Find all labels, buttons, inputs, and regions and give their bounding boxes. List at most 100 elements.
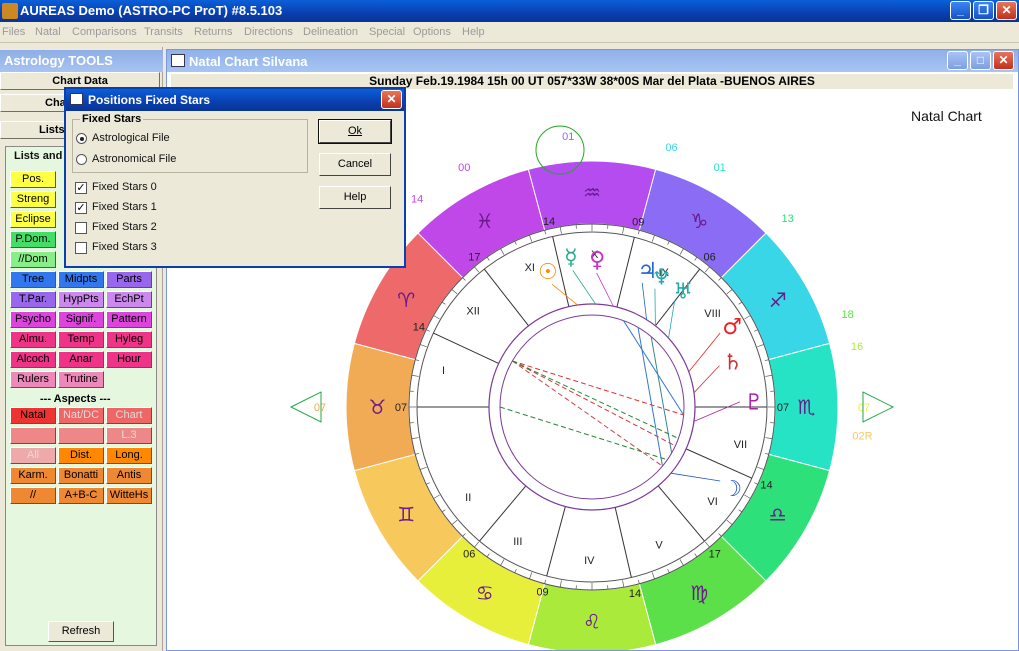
planet-glyph: ☿ — [564, 245, 578, 270]
aspect-button-chart[interactable]: Chart — [106, 407, 152, 424]
aspect-button-karm-[interactable]: Karm. — [10, 467, 56, 484]
aspect-button-all[interactable]: All — [10, 447, 56, 464]
planet-glyph: ♀ — [589, 248, 605, 273]
menu-transits[interactable]: Transits — [144, 26, 183, 38]
tool-button-rulers[interactable]: Rulers — [10, 371, 56, 388]
panel-title: Astrology TOOLS — [0, 50, 163, 72]
tool-button-t-par-[interactable]: T.Par. — [10, 291, 56, 308]
tool-button-hour[interactable]: Hour — [106, 351, 152, 368]
sign-glyph: ♎ — [769, 502, 787, 526]
house-numeral: I — [442, 365, 445, 377]
menu-files[interactable]: Files — [2, 26, 25, 38]
menu-directions[interactable]: Directions — [244, 26, 293, 38]
menu-returns[interactable]: Returns — [194, 26, 233, 38]
tool-button-temp[interactable]: Temp — [58, 331, 104, 348]
restore-icon[interactable]: ❐ — [973, 1, 994, 20]
close-icon[interactable]: ✕ — [996, 1, 1017, 20]
window-icon — [70, 93, 83, 105]
tool-button-midpts[interactable]: Midpts — [58, 271, 104, 288]
tool-button-eclipse[interactable]: Eclipse — [10, 211, 56, 228]
menu-natal[interactable]: Natal — [35, 26, 61, 38]
tool-button-signif-[interactable]: Signif. — [58, 311, 104, 328]
aspect-button-blank[interactable] — [58, 427, 104, 444]
fixed-stars-2-label: Fixed Stars 2 — [92, 221, 157, 233]
tool-button-trutine[interactable]: Trutine — [58, 371, 104, 388]
astronomical-file-label: Astronomical File — [92, 153, 177, 165]
menu-delineation[interactable]: Delineation — [303, 26, 358, 38]
app-title-bar: AUREAS Demo (ASTRO-PC ProT) #8.5.103 _ ❐… — [0, 0, 1019, 22]
aspects-label: --- Aspects --- — [40, 393, 111, 405]
refresh-button[interactable]: Refresh — [48, 621, 114, 642]
house-numeral: VIII — [704, 308, 721, 320]
minimize-icon[interactable]: _ — [950, 1, 971, 20]
tool-button-hyleg[interactable]: Hyleg — [106, 331, 152, 348]
outer-degree-label: 07 — [858, 402, 870, 414]
menu-help[interactable]: Help — [462, 26, 485, 38]
menu-options[interactable]: Options — [413, 26, 451, 38]
sign-glyph: ♓ — [476, 209, 494, 233]
cusp-degree-label: 14 — [543, 216, 555, 228]
cusp-degree-label: 17 — [468, 251, 480, 263]
close-icon[interactable]: ✕ — [381, 90, 402, 109]
aspect-button-a-b-c[interactable]: A+B-C — [58, 487, 104, 504]
tool-button-p-dom-[interactable]: P.Dom. — [10, 231, 56, 248]
fixed-stars-0-checkbox[interactable]: ✓ — [75, 182, 87, 194]
dialog-title-bar: Positions Fixed Stars ✕ — [66, 89, 404, 111]
cusp-degree-label: 07 — [777, 402, 789, 414]
tool-button--dom[interactable]: //Dom — [10, 251, 56, 268]
outer-degree-label: 07 — [314, 402, 326, 414]
menu-special[interactable]: Special — [369, 26, 405, 38]
sign-glyph: ♊ — [397, 502, 415, 526]
planet-glyph: ♄ — [723, 350, 743, 375]
aspect-button-natal[interactable]: Natal — [10, 407, 56, 424]
aspect-button-bonatti[interactable]: Bonatti — [58, 467, 104, 484]
cusp-degree-label: 14 — [760, 480, 772, 492]
help-button[interactable]: Help — [319, 186, 391, 209]
planet-pointer — [654, 288, 656, 326]
planet-glyph: ☉ — [538, 260, 558, 285]
outer-degree-label: 01 — [562, 131, 574, 143]
house-numeral: XII — [466, 306, 479, 318]
tool-button-alcoch[interactable]: Alcoch — [10, 351, 56, 368]
sign-glyph: ♌ — [583, 610, 601, 634]
aspect-button-antis[interactable]: Antis — [106, 467, 152, 484]
cusp-degree-label: 09 — [536, 586, 548, 598]
tool-button-parts[interactable]: Parts — [106, 271, 152, 288]
fixed-stars-2-checkbox[interactable] — [75, 222, 87, 234]
tool-button-anar[interactable]: Anar — [58, 351, 104, 368]
aspect-button-long-[interactable]: Long. — [106, 447, 152, 464]
outer-degree-label: 00 — [458, 162, 470, 174]
fixed-stars-3-checkbox[interactable] — [75, 242, 87, 254]
sign-glyph: ♑ — [690, 209, 708, 233]
aspect-button--[interactable]: // — [10, 487, 56, 504]
outer-degree-label: 13 — [782, 213, 794, 225]
aspect-button-l-3[interactable]: L.3 — [106, 427, 152, 444]
house-numeral: III — [513, 536, 522, 548]
tool-button-tree[interactable]: Tree — [10, 271, 56, 288]
house-numeral: IV — [584, 555, 595, 567]
cusp-degree-label: 07 — [395, 402, 407, 414]
tool-button-almu-[interactable]: Almu. — [10, 331, 56, 348]
tool-button-echpt[interactable]: EchPt — [106, 291, 152, 308]
tool-button-hyppts[interactable]: HypPts — [58, 291, 104, 308]
aspect-button-wittehs[interactable]: WitteHs — [106, 487, 152, 504]
tool-button-psycho[interactable]: Psycho — [10, 311, 56, 328]
ok-button[interactable]: Ok — [318, 119, 392, 144]
cusp-degree-label: 06 — [463, 548, 475, 560]
astrological-file-radio[interactable] — [76, 133, 87, 144]
menu-comparisons[interactable]: Comparisons — [72, 26, 137, 38]
fixed-stars-1-checkbox[interactable]: ✓ — [75, 202, 87, 214]
aspect-button-dist-[interactable]: Dist. — [58, 447, 104, 464]
app-icon[interactable] — [2, 3, 18, 19]
tool-button-pattern[interactable]: Pattern — [106, 311, 152, 328]
planet-glyph: ♇ — [744, 390, 764, 415]
aspect-button-nat-dc[interactable]: Nat/DC — [58, 407, 104, 424]
astronomical-file-radio[interactable] — [76, 154, 87, 165]
sign-glyph: ♐ — [769, 288, 787, 312]
tool-button-pos-[interactable]: Pos. — [10, 171, 56, 188]
tool-button-streng[interactable]: Streng — [10, 191, 56, 208]
fixed-stars-0-label: Fixed Stars 0 — [92, 181, 157, 193]
aspect-button-blank[interactable] — [10, 427, 56, 444]
house-numeral: V — [655, 540, 663, 552]
cancel-button[interactable]: Cancel — [319, 153, 391, 176]
